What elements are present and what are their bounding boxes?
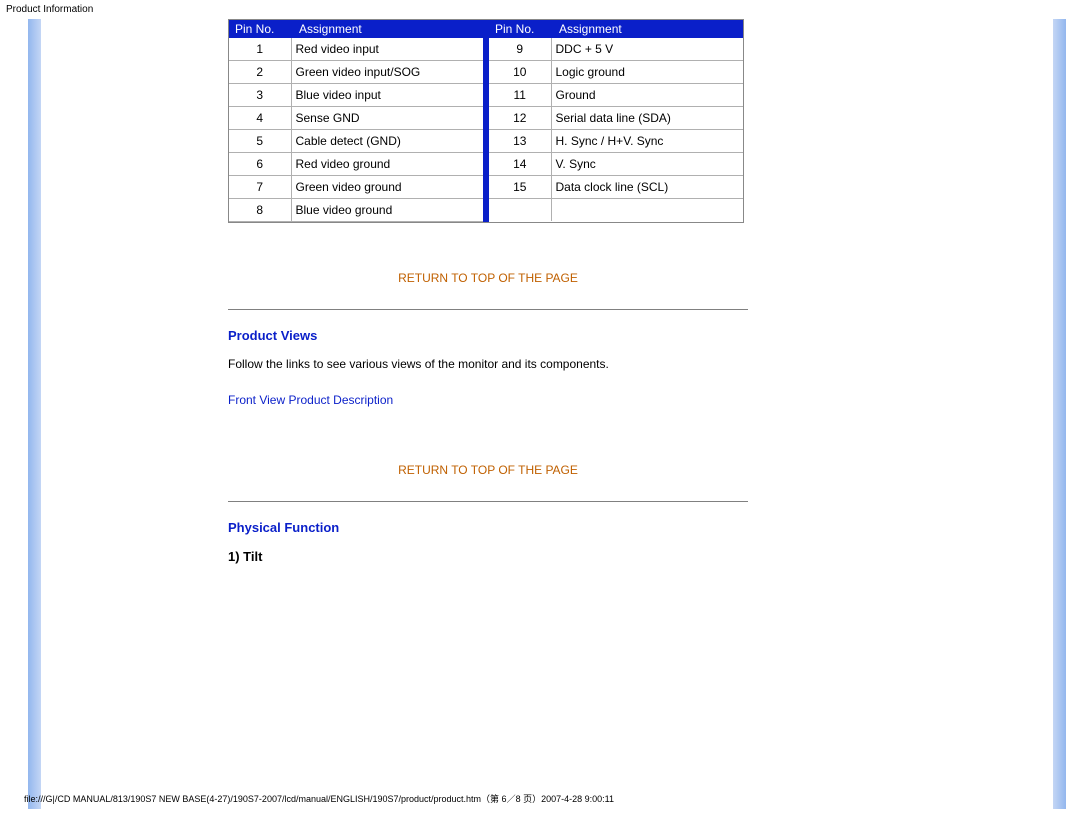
pin-assign: Cable detect (GND) [291,130,483,153]
pin-assign: H. Sync / H+V. Sync [551,130,743,153]
pin-assign: Red video input [291,38,483,61]
col-header-assign: Assignment [551,20,743,38]
pin-assign: Red video ground [291,153,483,176]
pin-number: 6 [229,153,291,176]
table-row: 3 Blue video input [229,84,483,107]
pin-number: 12 [489,107,551,130]
pin-number-empty [489,199,551,222]
table-row: 15 Data clock line (SCL) [489,176,743,199]
table-row: 9 DDC + 5 V [489,38,743,61]
pin-assign: Logic ground [551,61,743,84]
table-row: 11 Ground [489,84,743,107]
product-views-text: Follow the links to see various views of… [228,357,748,371]
pin-number: 15 [489,176,551,199]
pin-assign: Ground [551,84,743,107]
pin-number: 3 [229,84,291,107]
pin-number: 5 [229,130,291,153]
table-row: 1 Red video input [229,38,483,61]
page-top-label: Product Information [0,0,1080,19]
pin-number: 4 [229,107,291,130]
table-row: 10 Logic ground [489,61,743,84]
pin-number: 9 [489,38,551,61]
pin-number: 11 [489,84,551,107]
pin-assign: Blue video input [291,84,483,107]
pin-table-left: Pin No. Assignment 1 Red video input 2 G… [229,20,489,222]
col-header-pin: Pin No. [229,20,291,38]
table-header-row: Pin No. Assignment [229,20,483,38]
return-to-top-link[interactable]: RETURN TO TOP OF THE PAGE [398,463,578,477]
main-content: Pin No. Assignment 1 Red video input 2 G… [228,19,748,564]
pin-number: 13 [489,130,551,153]
pin-table-right: Pin No. Assignment 9 DDC + 5 V 10 Logic … [489,20,743,222]
divider [228,309,748,310]
pin-number: 10 [489,61,551,84]
pin-number: 2 [229,61,291,84]
pin-assign: V. Sync [551,153,743,176]
table-row: 5 Cable detect (GND) [229,130,483,153]
table-row: 14 V. Sync [489,153,743,176]
pin-number: 1 [229,38,291,61]
right-accent-bar [1053,19,1066,809]
pin-assign-empty [551,199,743,222]
front-view-link[interactable]: Front View Product Description [228,393,393,407]
col-header-pin: Pin No. [489,20,551,38]
col-header-assign: Assignment [291,20,483,38]
pin-assign: Green video input/SOG [291,61,483,84]
pin-number: 7 [229,176,291,199]
page-wrapper: Pin No. Assignment 1 Red video input 2 G… [0,19,1080,809]
table-row [489,199,743,222]
table-row: 7 Green video ground [229,176,483,199]
footer-file-path: file:///G|/CD MANUAL/813/190S7 NEW BASE(… [24,792,614,805]
return-to-top-link[interactable]: RETURN TO TOP OF THE PAGE [398,271,578,285]
pin-assign: Green video ground [291,176,483,199]
divider [228,501,748,502]
pin-assign: Blue video ground [291,199,483,222]
table-header-row: Pin No. Assignment [489,20,743,38]
left-accent-bar [28,19,41,809]
pin-number: 8 [229,199,291,222]
pin-assignment-table: Pin No. Assignment 1 Red video input 2 G… [228,19,744,223]
tilt-label: 1) Tilt [228,549,748,564]
product-views-heading: Product Views [228,328,748,343]
table-row: 2 Green video input/SOG [229,61,483,84]
pin-assign: Sense GND [291,107,483,130]
table-row: 6 Red video ground [229,153,483,176]
pin-assign: Serial data line (SDA) [551,107,743,130]
table-row: 4 Sense GND [229,107,483,130]
table-row: 8 Blue video ground [229,199,483,222]
table-row: 13 H. Sync / H+V. Sync [489,130,743,153]
pin-number: 14 [489,153,551,176]
physical-function-heading: Physical Function [228,520,748,535]
pin-assign: Data clock line (SCL) [551,176,743,199]
table-row: 12 Serial data line (SDA) [489,107,743,130]
pin-assign: DDC + 5 V [551,38,743,61]
